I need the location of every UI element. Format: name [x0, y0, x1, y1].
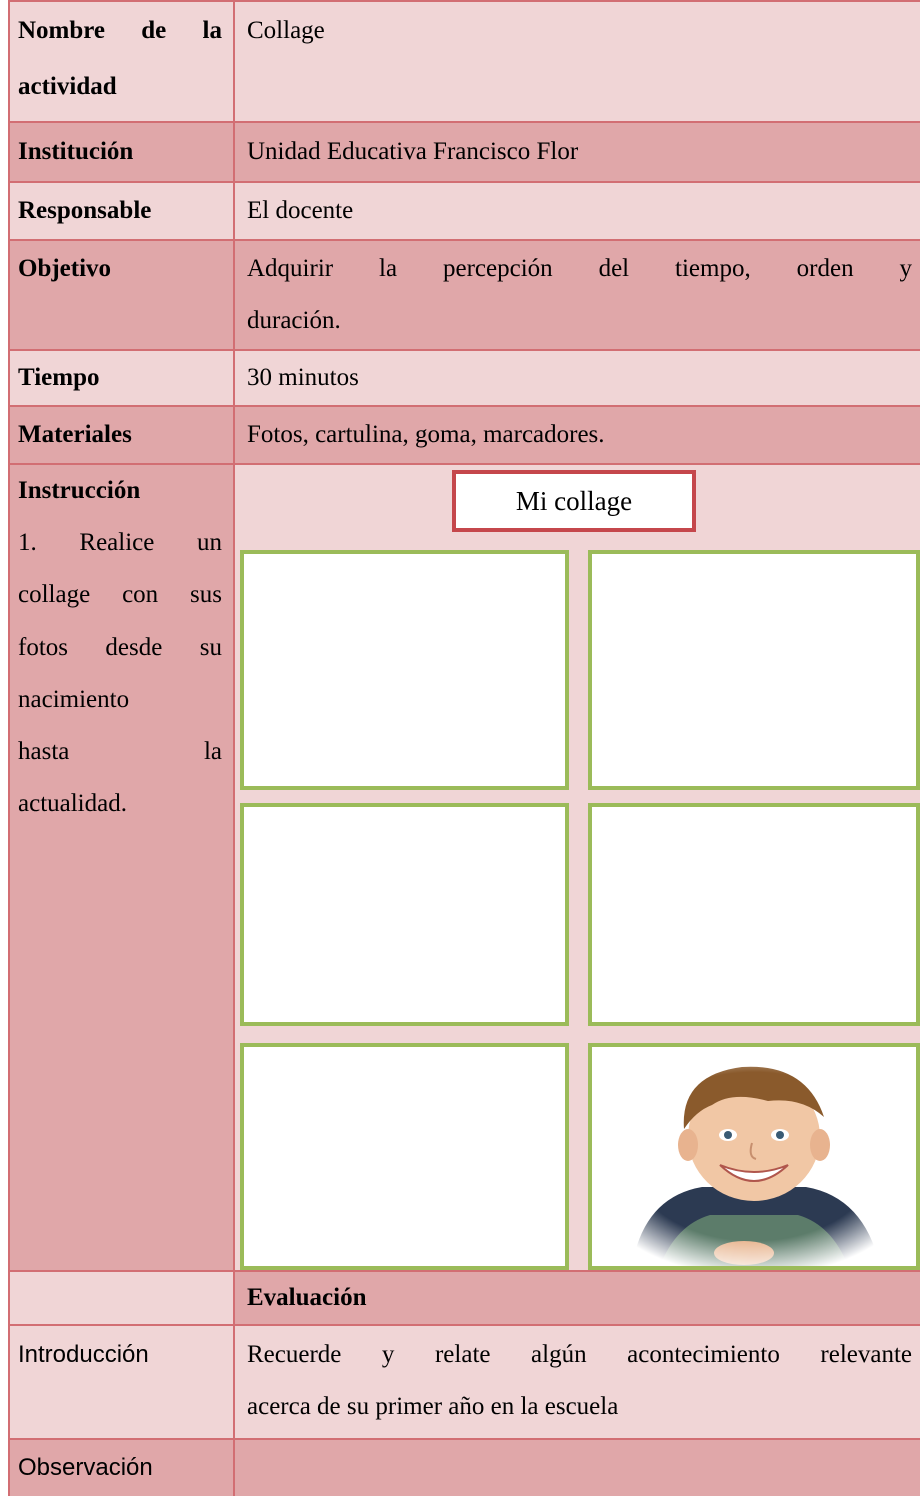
row-divider [8, 0, 920, 2]
activity-table: Nombre de la actividad Collage Instituci… [0, 0, 920, 1496]
photo-frame [588, 803, 920, 1026]
introduccion-value-line1: Recuerde y relate algún acontecimiento r… [247, 1341, 912, 1368]
nombre-label-line1: Nombre de la [18, 17, 222, 44]
row-divider [8, 463, 920, 465]
row-divider [8, 1270, 920, 1272]
row-divider [8, 121, 920, 123]
child-photo [592, 1047, 916, 1266]
row-tiempo-bg [9, 351, 920, 405]
introduccion-label: Introducción [18, 1341, 149, 1368]
responsable-label: Responsable [18, 197, 152, 224]
instruccion-line: hasta la [18, 738, 222, 765]
instruccion-line: 1. Realice un [18, 529, 222, 556]
photo-frame [240, 1043, 569, 1270]
objetivo-value-line1: Adquirir la percepción del tiempo, orden… [247, 255, 912, 282]
photo-frame [588, 550, 920, 790]
institucion-label: Institución [18, 138, 134, 165]
child-photo-frame [588, 1043, 920, 1270]
instruccion-line: fotos desde su [18, 634, 222, 661]
collage-title: Mi collage [452, 470, 696, 532]
row-divider [8, 349, 920, 351]
nombre-label-line2: actividad [18, 73, 117, 100]
instruccion-label: Instrucción [18, 477, 141, 504]
tiempo-label: Tiempo [18, 364, 100, 391]
tiempo-value: 30 minutos [247, 364, 359, 391]
photo-frame [240, 803, 569, 1026]
materiales-value: Fotos, cartulina, goma, marcadores. [247, 421, 605, 448]
objetivo-value-line2: duración. [247, 307, 341, 334]
nombre-value: Collage [247, 17, 325, 44]
introduccion-value-line2: acerca de su primer año en la escuela [247, 1393, 619, 1420]
photo-frame [240, 550, 569, 790]
observacion-label: Observación [18, 1454, 153, 1481]
row-divider [8, 1324, 920, 1326]
institucion-value: Unidad Educativa Francisco Flor [247, 138, 579, 165]
instruccion-line: nacimiento [18, 686, 130, 713]
evaluacion-heading: Evaluación [247, 1284, 367, 1311]
objetivo-label: Objetivo [18, 255, 112, 282]
instruccion-line: actualidad. [18, 790, 127, 817]
materiales-label: Materiales [18, 421, 132, 448]
responsable-value: El docente [247, 197, 354, 224]
instruccion-line: collage con sus [18, 581, 222, 608]
